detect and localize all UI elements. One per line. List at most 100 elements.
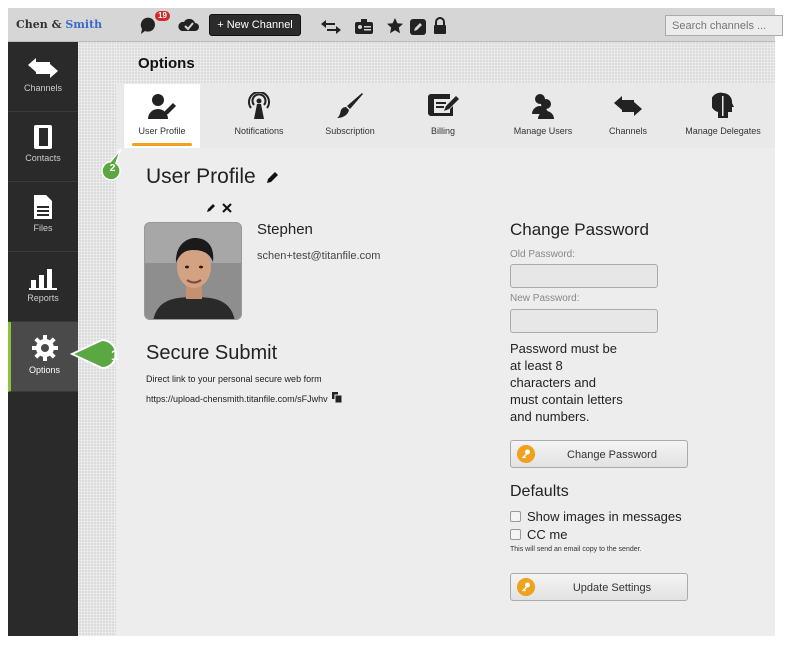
tab-label: Channels xyxy=(608,126,648,136)
old-password-field[interactable] xyxy=(510,264,658,288)
password-requirements: Password must be at least 8 characters a… xyxy=(510,340,660,425)
user-edit-icon xyxy=(148,94,176,119)
contacts-card-icon[interactable] xyxy=(354,17,374,37)
tab-label: Subscription xyxy=(325,126,375,136)
user-profile-title: User Profile xyxy=(146,165,256,188)
tab-manage-users[interactable]: Manage Users xyxy=(502,84,584,148)
sidebar-item-reports[interactable]: Reports xyxy=(8,252,78,322)
tab-billing[interactable]: Billing xyxy=(406,84,480,148)
sidebar-item-channels[interactable]: Channels xyxy=(8,42,78,112)
main-content: User Profile Stephen schen+test@titanfil… xyxy=(116,148,775,636)
cc-me-checkbox[interactable] xyxy=(510,529,521,540)
tab-label: Billing xyxy=(430,126,455,136)
callout-step-2: 2 xyxy=(101,148,122,181)
options-header: Options xyxy=(116,42,775,84)
sidebar-item-label: Options xyxy=(28,365,61,375)
key-icon xyxy=(517,445,535,463)
key-icon xyxy=(517,578,535,596)
password-rule-line: Password must be xyxy=(510,341,617,356)
user-name: Stephen xyxy=(257,221,313,238)
secure-submit-description: Direct link to your personal secure web … xyxy=(146,374,322,384)
change-password-button[interactable]: Change Password xyxy=(510,440,688,468)
sidebar-item-label: Reports xyxy=(27,293,59,303)
contacts-book-icon xyxy=(34,125,52,149)
cc-me-note: This will send an email copy to the send… xyxy=(510,546,642,553)
show-images-checkbox[interactable] xyxy=(510,511,521,522)
billing-edit-icon xyxy=(428,94,459,116)
tab-user-profile[interactable]: User Profile xyxy=(124,84,200,148)
tab-label: Manage Users xyxy=(513,126,573,136)
cc-me-row[interactable]: CC me xyxy=(510,527,567,542)
bar-chart-icon xyxy=(29,269,57,290)
brand-part2: Smith xyxy=(65,18,103,31)
lock-icon[interactable] xyxy=(433,16,447,36)
show-images-label: Show images in messages xyxy=(527,509,682,524)
brand-part1: Chen & xyxy=(16,18,66,31)
cc-me-label: CC me xyxy=(527,527,568,542)
notification-count-badge: 19 xyxy=(155,11,170,21)
callout-step-1: 1 xyxy=(70,338,119,370)
new-password-label: New Password: xyxy=(510,293,580,304)
active-tab-indicator xyxy=(132,143,192,146)
app-window: Chen & Smith 19 + New Channel Search cha… xyxy=(0,0,785,646)
secure-submit-link-row: https://upload-chensmith.titanfile.com/s… xyxy=(146,392,343,404)
channels-arrows-icon[interactable] xyxy=(320,17,342,37)
user-profile-heading: User Profile xyxy=(146,165,280,189)
tab-label: Manage Delegates xyxy=(685,126,761,136)
secure-submit-link[interactable]: https://upload-chensmith.titanfile.com/s… xyxy=(146,394,328,404)
password-rule-line: must contain letters xyxy=(510,392,623,407)
channels-arrows-icon xyxy=(28,58,58,78)
brand-logo[interactable]: Chen & Smith xyxy=(8,8,118,42)
callout-step-1-number: 1 xyxy=(111,347,119,364)
password-rule-line: and numbers. xyxy=(510,409,590,424)
remove-photo-icon[interactable] xyxy=(222,203,232,213)
users-icon xyxy=(532,94,554,119)
cloud-sync-icon[interactable] xyxy=(176,15,200,35)
sidebar-item-label: Channels xyxy=(23,83,63,93)
tab-notifications[interactable]: Notifications xyxy=(220,84,298,148)
options-tabs: User Profile Notifications Subscription xyxy=(116,84,775,148)
delegate-head-icon xyxy=(712,92,734,118)
avatar xyxy=(145,223,241,319)
tab-channels[interactable]: Channels xyxy=(596,84,660,148)
sidebar: Channels Contacts Files Reports Options xyxy=(8,42,78,636)
tab-manage-delegates[interactable]: Manage Delegates xyxy=(678,84,768,148)
user-email: schen+test@titanfile.com xyxy=(257,250,381,262)
tab-subscription[interactable]: Subscription xyxy=(310,84,390,148)
search-channels-input[interactable] xyxy=(665,15,783,36)
pencil-icon[interactable] xyxy=(266,170,280,184)
top-bar: Chen & Smith 19 + New Channel xyxy=(8,8,783,42)
page-title: Options xyxy=(138,55,195,72)
new-channel-button[interactable]: + New Channel xyxy=(209,14,301,36)
sidebar-item-options[interactable]: Options xyxy=(8,322,78,392)
edit-icon[interactable] xyxy=(410,17,426,37)
broadcast-icon xyxy=(248,92,270,119)
callout-step-2-number: 2 xyxy=(110,163,116,174)
secure-submit-heading: Secure Submit xyxy=(146,342,278,364)
old-password-label: Old Password: xyxy=(510,249,576,260)
edit-photo-icon[interactable] xyxy=(206,202,217,213)
tab-label: Notifications xyxy=(234,126,284,136)
file-icon xyxy=(34,195,52,219)
star-icon[interactable] xyxy=(386,16,404,36)
tab-label: User Profile xyxy=(138,126,186,136)
photo-tools xyxy=(206,202,232,216)
show-images-row[interactable]: Show images in messages xyxy=(510,509,682,524)
copy-icon[interactable] xyxy=(332,392,343,404)
change-password-heading: Change Password xyxy=(510,220,649,239)
profile-photo[interactable] xyxy=(144,222,242,320)
update-settings-button-label: Update Settings xyxy=(572,582,652,594)
gear-icon xyxy=(31,335,58,361)
channels-arrows-icon xyxy=(614,96,642,116)
sidebar-item-files[interactable]: Files xyxy=(8,182,78,252)
update-settings-button[interactable]: Update Settings xyxy=(510,573,688,601)
new-password-field[interactable] xyxy=(510,309,658,333)
password-rule-line: characters and xyxy=(510,375,596,390)
brush-icon xyxy=(337,93,363,118)
change-password-button-label: Change Password xyxy=(567,449,657,461)
sidebar-item-label: Files xyxy=(33,223,53,233)
sidebar-item-label: Contacts xyxy=(25,153,61,163)
sidebar-item-contacts[interactable]: Contacts xyxy=(8,112,78,182)
defaults-heading: Defaults xyxy=(510,483,569,500)
password-rule-line: at least 8 xyxy=(510,358,563,373)
